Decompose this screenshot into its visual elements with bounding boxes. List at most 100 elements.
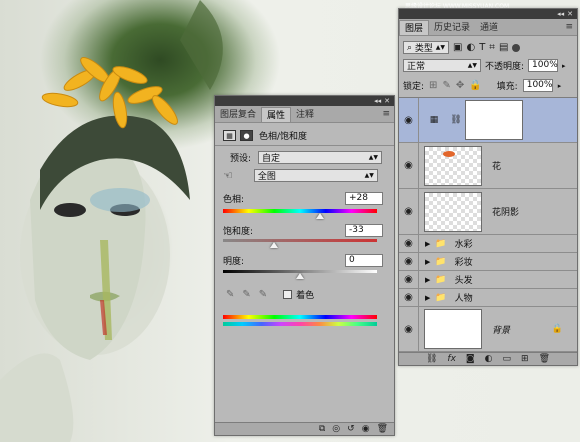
eyedropper-row: ✎ ✎ ✎ 着色 [226,288,314,301]
layer-row-background[interactable]: ◉ 背景 🔒 [399,307,577,352]
visibility-eye-icon[interactable]: ◉ [399,98,419,142]
mask-icon[interactable]: ● [240,130,253,141]
opacity-input[interactable]: 100% [528,59,559,72]
layers-panel-titlebar[interactable]: ◂◂ ✕ [399,9,577,19]
lock-transparent-icon[interactable]: ⊞ [429,80,437,91]
visibility-eye-icon[interactable]: ◉ [399,271,419,288]
filter-pixel-icon[interactable]: ▣ [453,42,462,53]
properties-panel-titlebar[interactable]: ◂◂ ✕ [215,96,394,106]
tab-layers[interactable]: 图层 [399,20,430,35]
adjustment-icon[interactable]: ◐ [485,354,493,364]
expand-arrow-icon[interactable]: ▶ [425,258,430,266]
layer-thumbnail [424,145,482,186]
properties-bottom-bar: ⧉ ◎ ↺ ◉ 🗑 [215,422,394,435]
layer-group-watercolor[interactable]: ◉ ▶ 📁 水彩 [399,235,577,253]
layer-name: 花 [492,162,502,172]
visibility-eye-icon[interactable]: ◉ [399,189,419,234]
layer-row-flower-shadow[interactable]: ◉ 花阴影 [399,189,577,235]
eyedropper-plus-icon[interactable]: ✎ [242,289,250,300]
filter-toggle-icon[interactable] [512,43,521,52]
hue-slider-thumb[interactable] [316,213,325,219]
close-icon[interactable]: ✕ [384,96,390,106]
panel-menu-icon[interactable]: ≡ [565,22,573,32]
targeted-adjustment-hand-icon[interactable]: ☜ [223,169,233,182]
search-icon: ⌕ [407,42,413,53]
view-previous-icon[interactable]: ◎ [332,424,340,434]
panel-menu-icon[interactable]: ≡ [382,109,390,119]
stepper-icon: ▲▼ [467,62,477,69]
layer-group-figure[interactable]: ◉ ▶ 📁 人物 [399,289,577,307]
tab-channels[interactable]: 通道 [475,20,503,35]
saturation-row: 饱和度: -33 [223,224,383,237]
saturation-slider-track[interactable] [223,239,377,242]
layer-row-flower[interactable]: ◉ 花 [399,143,577,189]
lock-all-icon[interactable]: 🔒 [469,80,481,91]
colorize-checkbox[interactable] [283,290,293,299]
clip-icon[interactable]: ⧉ [319,424,325,434]
close-icon[interactable]: ✕ [567,9,573,19]
fx-icon[interactable]: fx [447,354,456,364]
link-icon[interactable]: ⛓ [426,354,437,364]
new-layer-icon[interactable]: ⊞ [521,354,529,364]
filter-smart-object-icon[interactable]: ▤ [499,42,508,53]
fill-dropdown-icon[interactable]: ▸ [558,82,562,90]
tab-layer-comps[interactable]: 图层复合 [215,107,261,122]
lightness-slider-thumb[interactable] [296,273,304,279]
lightness-input[interactable]: 0 [345,254,383,267]
delete-icon[interactable]: 🗑 [539,354,550,364]
collapse-icon[interactable]: ◂◂ [374,96,381,106]
layers-bottom-bar: ⛓ fx ◙ ◐ ▭ ⊞ 🗑 [399,352,577,365]
visibility-eye-icon[interactable]: ◉ [399,253,419,270]
tab-history[interactable]: 历史记录 [429,20,475,35]
opacity-dropdown-icon[interactable]: ▸ [562,62,566,70]
visibility-icon[interactable]: ◉ [362,424,370,434]
layer-row-adjustment[interactable]: ◉ ▦ ⛓ [399,98,577,143]
saturation-slider-thumb[interactable] [269,242,278,248]
preset-select[interactable]: 自定 ▲▼ [258,151,382,164]
layer-group-hair[interactable]: ◉ ▶ 📁 头发 [399,271,577,289]
lock-position-icon[interactable]: ✥ [456,80,464,91]
chain-link-icon[interactable]: ⛓ [449,115,463,125]
reset-icon[interactable]: ↺ [347,424,355,434]
visibility-eye-icon[interactable]: ◉ [399,143,419,188]
mask-icon[interactable]: ◙ [466,354,475,364]
channel-row: ☜ 全图 ▲▼ [223,169,378,182]
tab-notes[interactable]: 注释 [291,107,319,122]
layer-group-makeup[interactable]: ◉ ▶ 📁 彩妆 [399,253,577,271]
expand-arrow-icon[interactable]: ▶ [425,276,430,284]
hue-slider-track[interactable] [223,209,377,213]
blend-mode-select[interactable]: 正常 ▲▼ [403,59,481,72]
expand-arrow-icon[interactable]: ▶ [425,294,430,302]
visibility-eye-icon[interactable]: ◉ [399,307,419,351]
colorize-label: 着色 [296,291,315,301]
tab-properties[interactable]: 属性 [261,107,292,122]
collapse-icon[interactable]: ◂◂ [557,9,564,19]
fill-input[interactable]: 100% [522,79,553,92]
lightness-label: 明度: [223,257,245,267]
filter-shape-icon[interactable]: ⌗ [489,42,495,53]
stepper-icon: ▲▼ [435,44,445,51]
visibility-eye-icon[interactable]: ◉ [399,289,419,306]
filter-type-icon[interactable]: T [479,42,485,53]
layer-name: 头发 [454,276,473,286]
hue-input[interactable]: +28 [345,192,383,205]
stepper-icon: ▲▼ [364,172,374,179]
lock-icon: 🔒 [551,324,563,334]
adjustment-icon[interactable]: ▦ [223,130,236,141]
saturation-input[interactable]: -33 [345,224,383,237]
channel-select[interactable]: 全图 ▲▼ [253,169,378,182]
layer-mask-thumbnail[interactable] [465,100,523,140]
channel-value: 全图 [257,172,276,182]
expand-arrow-icon[interactable]: ▶ [425,240,430,248]
filter-adjustment-icon[interactable]: ◐ [466,42,475,53]
lock-image-icon[interactable]: ✎ [442,80,450,91]
output-color-bar [223,322,377,326]
eyedropper-minus-icon[interactable]: ✎ [259,289,267,300]
folder-icon[interactable]: ▭ [503,354,512,364]
delete-icon[interactable]: 🗑 [377,424,388,434]
eyedropper-icon[interactable]: ✎ [226,289,234,300]
layer-name: 水彩 [454,240,473,250]
filter-select[interactable]: ⌕ 类型 ▲▼ [403,41,449,54]
layer-name: 人物 [454,294,473,304]
visibility-eye-icon[interactable]: ◉ [399,235,419,252]
